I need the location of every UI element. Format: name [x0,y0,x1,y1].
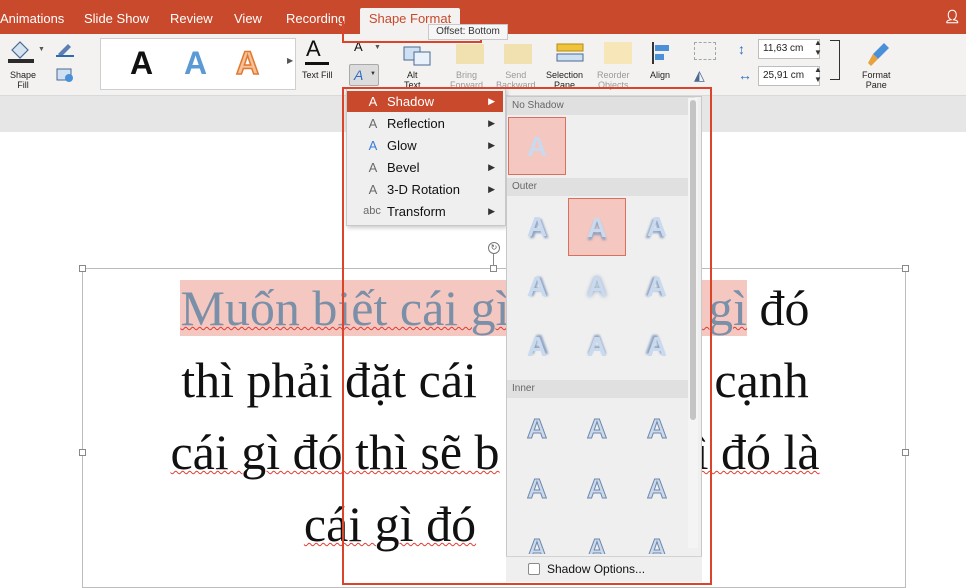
reorder-objects-icon[interactable] [604,42,632,64]
selection-pane-icon[interactable] [556,42,584,64]
chevron-down-icon[interactable]: ▼ [38,46,45,53]
height-icon: ↕ [738,41,745,57]
align-icon[interactable] [650,40,674,66]
wordart-style-orange[interactable]: A [235,38,260,88]
resize-handle-left[interactable] [79,449,86,456]
text-segment: đó [747,280,810,336]
resize-handle-top-left[interactable] [79,265,86,272]
height-input[interactable]: 11,63 cm [758,39,820,59]
chevron-down-icon[interactable]: ▼ [374,44,381,51]
paintbrush-icon[interactable] [866,40,892,68]
tooltip: Offset: Bottom [428,24,508,40]
shape-effects-icon[interactable] [54,66,76,84]
send-backward-icon[interactable] [504,44,532,64]
width-icon: ↔ [738,67,752,83]
width-stepper[interactable]: ▲ ▼ [814,65,822,85]
chevron-down-icon: ▼ [370,71,376,77]
text-fill-label[interactable]: Text Fill [302,70,333,80]
tab-recording[interactable]: Recording [286,0,345,34]
tab-view[interactable]: View [234,0,262,34]
tab-slide-show[interactable]: Slide Show [84,0,149,34]
resize-handle-top-right[interactable] [902,265,909,272]
shape-fill-label[interactable]: Shape Fill [2,70,44,90]
text-effects-icon: A [354,67,364,83]
tab-review[interactable]: Review [170,0,213,34]
lock-aspect-icon[interactable] [830,40,840,80]
paint-bucket-icon[interactable] [6,38,36,64]
resize-handle-right[interactable] [902,449,909,456]
bring-forward-icon[interactable] [456,44,484,64]
text-fill-color-bar [305,62,329,65]
group-icon[interactable] [694,42,716,60]
tab-animations[interactable]: Animations [0,0,64,34]
wordart-style-blue[interactable]: A [184,38,207,88]
wordart-style-black[interactable]: A [130,38,153,88]
text-fill-icon[interactable]: A [306,36,321,62]
pen-outline-icon[interactable] [54,40,76,58]
share-person-icon[interactable]: 👤︎ [944,9,962,25]
powerpoint-window: Animations Slide Show Review View Record… [0,0,966,588]
format-pane-label[interactable]: Format Pane [862,70,891,90]
align-label[interactable]: Align [650,70,670,80]
height-stepper[interactable]: ▲ ▼ [814,38,822,58]
alt-text-icon[interactable] [402,44,432,68]
width-input[interactable]: 25,91 cm [758,66,820,86]
annotation-highlight-box [342,87,712,585]
gallery-expand-icon[interactable]: ▶ [287,56,293,65]
rotate-icon[interactable]: ◭ [694,66,716,84]
